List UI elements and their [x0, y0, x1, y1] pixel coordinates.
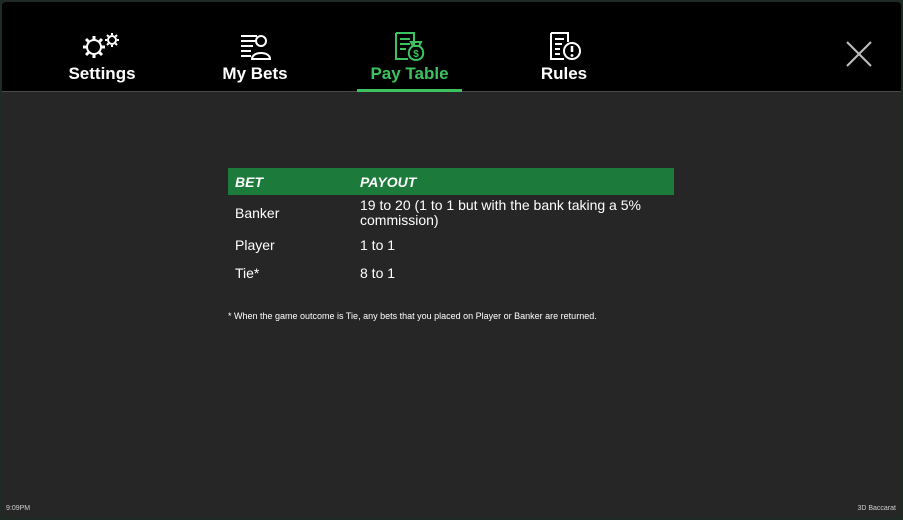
tab-my-bets-label: My Bets: [222, 64, 288, 83]
payout-column-header: PAYOUT: [353, 168, 674, 195]
top-nav-bar: Settings My Bets $ Pay Table Rules: [2, 2, 901, 92]
tab-pay-table[interactable]: $ Pay Table: [357, 2, 462, 92]
svg-text:$: $: [413, 49, 419, 60]
tie-footnote: * When the game outcome is Tie, any bets…: [228, 311, 597, 321]
bet-cell: Player: [235, 236, 275, 253]
gears-icon: [74, 30, 130, 62]
payout-cell: 19 to 20 (1 to 1 but with the bank takin…: [360, 197, 641, 228]
tab-pay-table-label: Pay Table: [370, 64, 449, 83]
close-icon: [846, 41, 872, 67]
pay-table-header-row: BET PAYOUT: [228, 168, 674, 195]
bet-cell: Banker: [235, 204, 280, 221]
bet-slip-user-icon: [235, 30, 275, 62]
table-row: Banker 19 to 20 (1 to 1 but with the ban…: [228, 195, 674, 231]
pay-table-content: BET PAYOUT Banker 19 to 20 (1 to 1 but w…: [2, 92, 901, 517]
paytable-money-bag-icon: $: [390, 30, 430, 62]
table-row: Tie* 8 to 1: [228, 259, 674, 287]
payout-cell: 1 to 1: [360, 236, 396, 253]
game-name: 3D Baccarat: [857, 505, 896, 512]
tab-settings-label: Settings: [68, 64, 136, 83]
app-frame: Settings My Bets $ Pay Table Rules BET P…: [2, 2, 901, 517]
payout-cell: 8 to 1: [360, 264, 396, 281]
bet-cell: Tie*: [235, 264, 260, 281]
bet-column-header: BET: [228, 168, 353, 195]
tab-rules[interactable]: Rules: [524, 2, 604, 91]
pay-table: BET PAYOUT Banker 19 to 20 (1 to 1 but w…: [228, 168, 674, 287]
close-button[interactable]: [845, 40, 873, 68]
rules-document-alert-icon: [544, 30, 584, 62]
tab-rules-label: Rules: [540, 64, 588, 83]
table-row: Player 1 to 1: [228, 231, 674, 259]
clock-time: 9:09PM: [6, 505, 31, 512]
tab-my-bets[interactable]: My Bets: [215, 2, 295, 91]
tab-settings[interactable]: Settings: [62, 2, 142, 91]
